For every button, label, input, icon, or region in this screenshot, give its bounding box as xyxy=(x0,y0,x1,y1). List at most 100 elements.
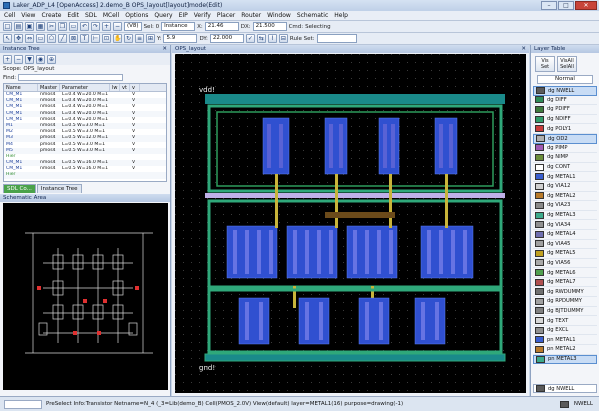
place-icon[interactable]: ⊕ xyxy=(47,54,56,64)
layer-item[interactable]: dg NWELL xyxy=(533,86,597,96)
vis-all-button[interactable]: VisAll SelAll xyxy=(557,56,577,72)
grid-select[interactable]: (V8) xyxy=(124,22,142,31)
drc-icon[interactable]: ✓ xyxy=(245,34,255,43)
collapse-all-icon[interactable]: − xyxy=(14,54,23,64)
placer-icon[interactable]: ⊟ xyxy=(278,34,288,43)
menu-edit[interactable]: Edit xyxy=(67,12,79,19)
dx-field[interactable]: 21.500 xyxy=(252,22,287,31)
menu-schematic[interactable]: Schematic xyxy=(297,12,328,19)
layer-item[interactable]: dg RWDUMMY xyxy=(533,287,597,298)
layer-item[interactable]: dg NIMP xyxy=(533,153,597,163)
layer-item[interactable]: dg PIMP xyxy=(533,144,597,154)
menu-query[interactable]: Query xyxy=(154,12,172,19)
tab-sdl[interactable]: SDL Co... xyxy=(3,184,36,193)
layer-item[interactable]: dg VIA23 xyxy=(533,201,597,211)
layer-item[interactable]: dg RPDUMMY xyxy=(533,297,597,307)
layer-item[interactable]: dg VIA56 xyxy=(533,259,597,269)
menu-help[interactable]: Help xyxy=(334,12,348,19)
schematic-view[interactable] xyxy=(3,203,168,390)
layer-item[interactable]: dg BJTDUMMY xyxy=(533,307,597,317)
zoom-fit-icon[interactable]: ⊡ xyxy=(102,34,111,43)
layer-item[interactable]: dg NDIFF xyxy=(533,115,597,125)
menu-options[interactable]: Options xyxy=(125,12,148,19)
cut-icon[interactable]: ✂ xyxy=(47,22,56,31)
layer-item[interactable]: dg PDIFF xyxy=(533,105,597,115)
save-icon[interactable]: ▣ xyxy=(25,22,34,31)
layer-item[interactable]: dg VIA34 xyxy=(533,220,597,230)
close-layout-icon[interactable]: ✕ xyxy=(521,45,526,53)
menu-eip[interactable]: EIP xyxy=(179,12,188,19)
layer-item[interactable]: dg TEXT xyxy=(533,316,597,326)
expand-all-icon[interactable]: + xyxy=(3,54,12,64)
layer-item[interactable]: pn METAL1 xyxy=(533,335,597,346)
col-name[interactable]: Name xyxy=(4,84,38,91)
menu-mcell[interactable]: MCell xyxy=(103,12,119,19)
layer-item[interactable]: dg CONT xyxy=(533,163,597,173)
x-coord-field[interactable]: 21.46 xyxy=(204,22,239,31)
current-layer-field[interactable]: dg NWELL xyxy=(533,384,597,393)
zoom-out-icon[interactable]: − xyxy=(113,22,122,31)
text-icon[interactable]: T xyxy=(80,34,89,43)
layer-item[interactable]: dg METAL2 xyxy=(533,192,597,202)
vis-set-button[interactable]: Vis Set xyxy=(535,56,555,72)
status-layer[interactable]: NWELL xyxy=(558,400,599,408)
menu-placer[interactable]: Placer xyxy=(217,12,235,19)
col-parameter[interactable]: Parameter xyxy=(60,84,110,91)
undo-icon[interactable]: ↶ xyxy=(80,22,89,31)
layer-item[interactable]: dg DIFF xyxy=(533,96,597,106)
layer-item[interactable]: pn METAL2 xyxy=(533,345,597,355)
refresh-icon[interactable]: ↻ xyxy=(124,34,133,43)
lvs-icon[interactable]: ⇆ xyxy=(256,34,266,43)
layer-item[interactable]: dg OD2 xyxy=(533,133,597,144)
layer-item[interactable]: dg METAL7 xyxy=(533,278,597,288)
layer-icon[interactable]: ≡ xyxy=(135,34,144,43)
menu-router[interactable]: Router xyxy=(241,12,261,19)
layer-item[interactable]: dg METAL3 xyxy=(533,211,597,221)
minimize-button[interactable]: – xyxy=(541,1,557,10)
menu-view[interactable]: View xyxy=(21,12,35,19)
move-icon[interactable]: ✥ xyxy=(14,34,23,43)
col-lw[interactable]: lw xyxy=(110,84,120,91)
layer-item[interactable]: dg VIA45 xyxy=(533,240,597,250)
stretch-icon[interactable]: ⇔ xyxy=(25,34,34,43)
maximize-button[interactable]: □ xyxy=(558,1,574,10)
table-row[interactable]: Hier xyxy=(4,172,166,179)
layout-canvas[interactable]: vdd! gnd! xyxy=(175,54,526,393)
layer-item[interactable]: dg EXCL xyxy=(533,326,597,336)
layer-item[interactable]: dg METAL1 xyxy=(533,172,597,182)
menu-window[interactable]: Window xyxy=(267,12,291,19)
highlight-icon[interactable]: ◉ xyxy=(36,54,45,64)
path-icon[interactable]: ╱ xyxy=(58,34,67,43)
pan-icon[interactable]: ✋ xyxy=(113,34,122,43)
filter-icon[interactable]: ▼ xyxy=(25,54,34,64)
select-icon[interactable]: ↖ xyxy=(3,34,12,43)
close-button[interactable]: ✕ xyxy=(575,1,597,10)
copy-icon[interactable]: ❐ xyxy=(58,22,67,31)
via-icon[interactable]: ⊠ xyxy=(69,34,78,43)
col-vt[interactable]: vt xyxy=(120,84,130,91)
paste-icon[interactable]: ▭ xyxy=(69,22,78,31)
menu-cell[interactable]: Cell xyxy=(4,12,15,19)
layer-item[interactable]: dg VIA12 xyxy=(533,182,597,192)
ruler-icon[interactable]: ⊢ xyxy=(91,34,100,43)
menu-sdl[interactable]: SDL xyxy=(85,12,97,19)
layer-mode-dropdown[interactable]: Normal xyxy=(537,75,593,84)
menu-verify[interactable]: Verify xyxy=(194,12,211,19)
layer-item[interactable]: pn METAL3 xyxy=(533,354,597,365)
dy-field[interactable]: 22.000 xyxy=(209,34,244,43)
find-input[interactable] xyxy=(18,74,124,81)
open-icon[interactable]: ▤ xyxy=(14,22,23,31)
polygon-icon[interactable]: ⬠ xyxy=(47,34,56,43)
menu-create[interactable]: Create xyxy=(41,12,61,19)
router-icon[interactable]: ⌇ xyxy=(267,34,277,43)
layer-item[interactable]: dg METAL6 xyxy=(533,268,597,278)
layer-item[interactable]: dg METAL5 xyxy=(533,249,597,259)
hierarchy-icon[interactable]: ⊞ xyxy=(146,34,155,43)
select-mode-dropdown[interactable]: Instance xyxy=(161,22,196,31)
col-master[interactable]: Master xyxy=(38,84,60,91)
rule-set-dropdown[interactable] xyxy=(316,34,357,43)
y-coord-field[interactable]: 5.9 xyxy=(163,34,198,43)
new-icon[interactable]: □ xyxy=(3,22,12,31)
zoom-in-icon[interactable]: + xyxy=(102,22,111,31)
rectangle-icon[interactable]: ▭ xyxy=(36,34,45,43)
